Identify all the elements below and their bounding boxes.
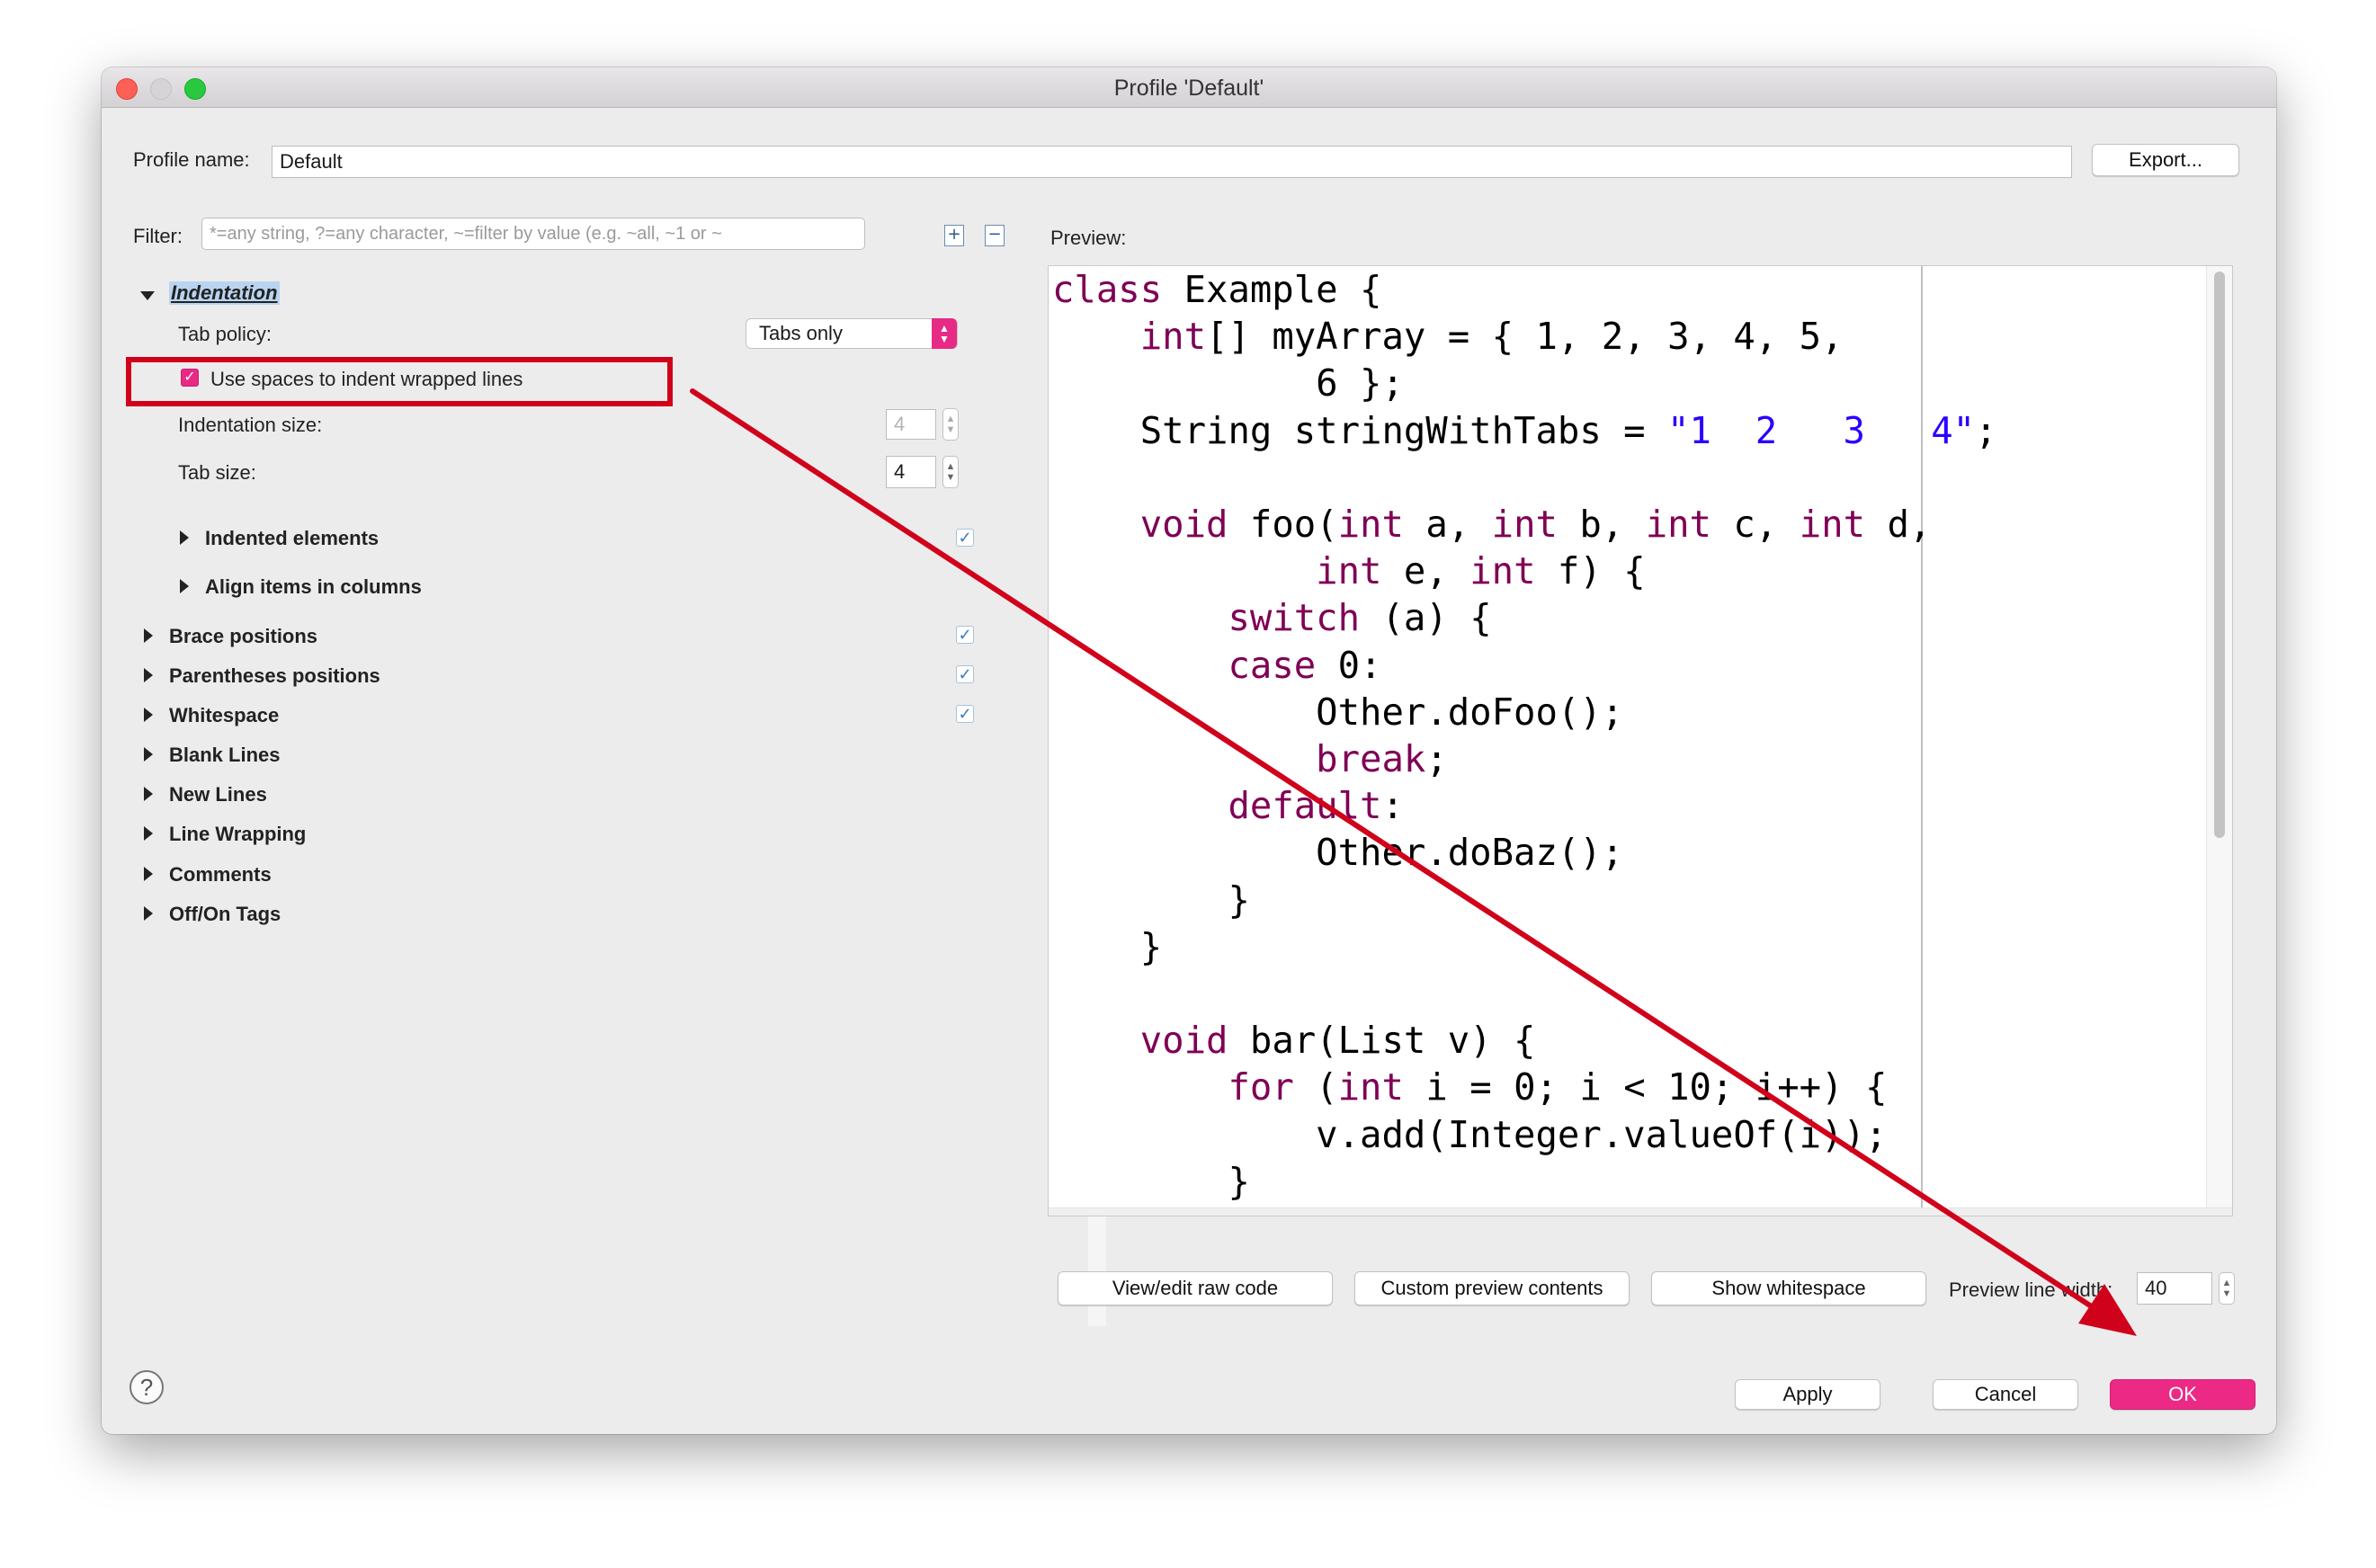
brace-positions-checkbox[interactable]: ✓: [956, 626, 974, 644]
tab-policy-value: Tabs only: [759, 322, 843, 344]
tree-item-indented-elements[interactable]: Indented elements: [205, 527, 379, 550]
ok-button[interactable]: OK: [2110, 1379, 2255, 1410]
tree-item-brace-positions[interactable]: Brace positions: [169, 625, 317, 648]
tree-item-off-on-tags[interactable]: Off/On Tags: [169, 903, 281, 926]
expand-toggle[interactable]: [144, 708, 153, 722]
expand-toggle[interactable]: [144, 826, 153, 841]
whitespace-checkbox[interactable]: ✓: [956, 705, 974, 723]
export-button[interactable]: Export...: [2092, 144, 2239, 176]
tree-item-whitespace[interactable]: Whitespace: [169, 704, 279, 727]
expand-toggle[interactable]: [144, 787, 153, 801]
annotation-highlight-box: [126, 357, 673, 406]
expand-toggle[interactable]: [180, 530, 189, 545]
indented-elements-checkbox[interactable]: ✓: [956, 529, 974, 547]
indentation-size-input[interactable]: 4: [886, 409, 936, 440]
view-raw-code-button[interactable]: View/edit raw code: [1058, 1271, 1333, 1305]
help-icon[interactable]: ?: [130, 1370, 164, 1404]
collapse-all-icon[interactable]: −: [985, 225, 1005, 246]
expand-toggle[interactable]: [144, 867, 153, 881]
tab-policy-label: Tab policy:: [178, 323, 272, 345]
indentation-heading[interactable]: Indentation: [169, 281, 280, 305]
tree-item-line-wrapping[interactable]: Line Wrapping: [169, 823, 306, 846]
parentheses-positions-checkbox[interactable]: ✓: [956, 665, 974, 683]
select-chevron-icon: ▲ ▼: [932, 318, 957, 349]
tab-policy-select[interactable]: Tabs only ▲ ▼: [746, 318, 958, 349]
indentation-size-stepper[interactable]: ▲ ▼: [942, 408, 959, 441]
tree-item-align-items[interactable]: Align items in columns: [205, 575, 422, 599]
indentation-collapse-toggle[interactable]: [140, 291, 155, 300]
indentation-size-label: Indentation size:: [178, 414, 323, 436]
tree-item-comments[interactable]: Comments: [169, 863, 272, 886]
tab-size-input[interactable]: 4: [886, 456, 936, 488]
preview-line-width-label: Preview line width:: [1949, 1278, 2113, 1301]
window-title: Profile 'Default': [1113, 76, 1264, 101]
profile-name-input[interactable]: Default: [272, 146, 2072, 178]
expand-all-icon[interactable]: +: [944, 225, 964, 246]
tree-item-new-lines[interactable]: New Lines: [169, 783, 267, 806]
preview-label: Preview:: [1050, 227, 1127, 249]
profile-dialog: Profile 'Default' Profile name: Default …: [102, 67, 2276, 1434]
scroll-thumb[interactable]: [2214, 272, 2225, 838]
preview-horizontal-scrollbar[interactable]: [1049, 1207, 2232, 1216]
filter-label: Filter:: [133, 225, 183, 247]
tab-size-label: Tab size:: [178, 461, 256, 484]
apply-button[interactable]: Apply: [1735, 1379, 1880, 1410]
expand-toggle[interactable]: [180, 579, 189, 593]
custom-preview-button[interactable]: Custom preview contents: [1354, 1271, 1630, 1305]
profile-name-label: Profile name:: [133, 148, 250, 171]
tree-item-blank-lines[interactable]: Blank Lines: [169, 744, 280, 767]
expand-toggle[interactable]: [144, 906, 153, 921]
tab-size-stepper[interactable]: ▲ ▼: [942, 456, 959, 488]
preview-line-width-input[interactable]: 40: [2137, 1272, 2212, 1305]
expand-toggle[interactable]: [144, 747, 153, 762]
preview-line-width-stepper[interactable]: ▲ ▼: [2219, 1272, 2235, 1305]
show-whitespace-button[interactable]: Show whitespace: [1651, 1271, 1926, 1305]
tree-item-parentheses-positions[interactable]: Parentheses positions: [169, 664, 380, 688]
expand-toggle[interactable]: [144, 628, 153, 643]
preview-vertical-scrollbar[interactable]: [2206, 266, 2232, 1216]
preview-code: class Example { int[] myArray = { 1, 2, …: [1052, 268, 1997, 1216]
title-bar: Profile 'Default': [102, 67, 2276, 108]
filter-input[interactable]: *=any string, ?=any character, ~=filter …: [201, 218, 865, 250]
expand-toggle[interactable]: [144, 668, 153, 682]
cancel-button[interactable]: Cancel: [1933, 1379, 2078, 1410]
code-preview: class Example { int[] myArray = { 1, 2, …: [1048, 265, 2233, 1216]
